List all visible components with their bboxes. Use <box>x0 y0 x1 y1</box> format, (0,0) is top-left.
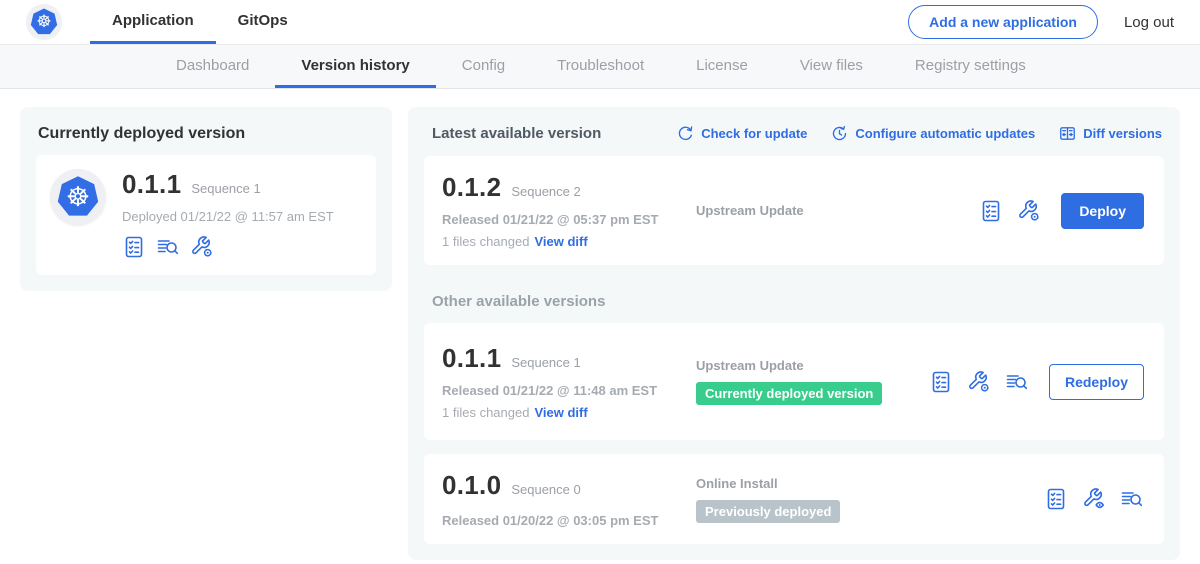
source-label: Online Install <box>696 476 1044 491</box>
sequence-label: Sequence 2 <box>511 184 580 199</box>
available-versions-header: Latest available version Check for updat… <box>424 123 1164 156</box>
files-changed-label: 1 files changed <box>442 405 529 420</box>
version-source: Upstream Update <box>694 203 979 218</box>
config-icon[interactable] <box>967 370 991 394</box>
view-diff-link[interactable]: View diff <box>534 234 587 249</box>
add-application-button[interactable]: Add a new application <box>908 5 1098 39</box>
subnav-item-troubleshoot[interactable]: Troubleshoot <box>531 45 670 88</box>
kubernetes-heptagon-icon: ☸ <box>29 7 59 37</box>
files-changed-label: 1 files changed <box>442 234 529 249</box>
currently-deployed-panel: Currently deployed version ☸ 0.1.1 Seque… <box>20 107 392 291</box>
main-content: Currently deployed version ☸ 0.1.1 Seque… <box>0 89 1200 564</box>
config-icon[interactable] <box>190 235 214 259</box>
files-changed: 1 files changed View diff <box>442 405 694 420</box>
source-label: Upstream Update <box>696 203 979 218</box>
version-card-0-1-2: 0.1.2 Sequence 2 Released 01/21/22 @ 05:… <box>424 156 1164 265</box>
version-actions: Deploy <box>979 193 1144 229</box>
version-info: 0.1.1 Sequence 1 Released 01/21/22 @ 11:… <box>442 343 694 420</box>
files-changed: 1 files changed View diff <box>442 234 694 249</box>
logout-button[interactable]: Log out <box>1124 14 1174 31</box>
subnav-item-dashboard[interactable]: Dashboard <box>150 45 275 88</box>
other-versions-title: Other available versions <box>432 293 1164 310</box>
source-label: Upstream Update <box>696 358 929 373</box>
top-tabs: Application GitOps <box>90 0 310 44</box>
version-number: 0.1.0 <box>442 470 501 501</box>
tab-gitops[interactable]: GitOps <box>216 0 310 44</box>
check-for-update-link[interactable]: Check for update <box>677 125 807 142</box>
kubernetes-logo-icon: ☸ <box>26 4 62 40</box>
version-card-0-1-1: 0.1.1 Sequence 1 Released 01/21/22 @ 11:… <box>424 323 1164 440</box>
version-actions: Redeploy <box>929 364 1144 400</box>
check-for-update-label: Check for update <box>701 126 807 141</box>
diff-versions-label: Diff versions <box>1083 126 1162 141</box>
kubernetes-heptagon-icon: ☸ <box>55 174 101 220</box>
version-info: 0.1.0 Sequence 0 Released 01/20/22 @ 03:… <box>442 470 694 528</box>
deployed-version-details: 0.1.1 Sequence 1 Deployed 01/21/22 @ 11:… <box>122 169 334 259</box>
sequence-label: Sequence 0 <box>511 482 580 497</box>
currently-deployed-badge: Currently deployed version <box>696 382 882 405</box>
currently-deployed-title: Currently deployed version <box>36 123 376 155</box>
configure-automatic-updates-link[interactable]: Configure automatic updates <box>831 125 1035 142</box>
deployed-version-card: ☸ 0.1.1 Sequence 1 Deployed 01/21/22 @ 1… <box>36 155 376 275</box>
released-timestamp: Released 01/20/22 @ 03:05 pm EST <box>442 513 694 528</box>
configure-automatic-updates-label: Configure automatic updates <box>855 126 1035 141</box>
diff-icon <box>1059 125 1076 142</box>
redeploy-button[interactable]: Redeploy <box>1049 364 1144 400</box>
diff-versions-link[interactable]: Diff versions <box>1059 125 1162 142</box>
view-diff-link[interactable]: View diff <box>534 405 587 420</box>
version-source: Upstream Update Currently deployed versi… <box>694 358 929 405</box>
subnav-item-config[interactable]: Config <box>436 45 531 88</box>
version-info: 0.1.2 Sequence 2 Released 01/21/22 @ 05:… <box>442 172 694 249</box>
release-notes-icon[interactable] <box>156 235 180 259</box>
latest-available-title: Latest available version <box>432 125 601 142</box>
tab-application[interactable]: Application <box>90 0 216 44</box>
released-timestamp: Released 01/21/22 @ 11:48 am EST <box>442 383 694 398</box>
release-notes-icon[interactable] <box>1005 370 1029 394</box>
version-number: 0.1.2 <box>442 172 501 203</box>
app-subnav: Dashboard Version history Config Trouble… <box>0 45 1200 89</box>
clock-refresh-icon <box>831 125 848 142</box>
header-actions: Check for update Configure automatic upd… <box>677 125 1162 142</box>
subnav-item-version-history[interactable]: Version history <box>275 45 435 88</box>
deployed-action-icons <box>122 235 334 259</box>
refresh-icon <box>677 125 694 142</box>
version-number: 0.1.1 <box>442 343 501 374</box>
deployed-timestamp: Deployed 01/21/22 @ 11:57 am EST <box>122 209 334 224</box>
version-card-0-1-0: 0.1.0 Sequence 0 Released 01/20/22 @ 03:… <box>424 454 1164 544</box>
checklist-icon[interactable] <box>979 199 1003 223</box>
deploy-button[interactable]: Deploy <box>1061 193 1144 229</box>
subnav-item-license[interactable]: License <box>670 45 774 88</box>
view-config-icon[interactable] <box>1082 487 1106 511</box>
version-source: Online Install Previously deployed <box>694 476 1044 523</box>
subnav-item-registry-settings[interactable]: Registry settings <box>889 45 1052 88</box>
subnav-item-view-files[interactable]: View files <box>774 45 889 88</box>
deployed-sequence-label: Sequence 1 <box>191 181 260 196</box>
available-versions-panel: Latest available version Check for updat… <box>408 107 1180 560</box>
release-notes-icon[interactable] <box>1120 487 1144 511</box>
checklist-icon[interactable] <box>929 370 953 394</box>
previously-deployed-badge: Previously deployed <box>696 500 840 523</box>
version-actions <box>1044 487 1144 511</box>
deployed-version-number: 0.1.1 <box>122 169 181 200</box>
checklist-icon[interactable] <box>122 235 146 259</box>
checklist-icon[interactable] <box>1044 487 1068 511</box>
config-icon[interactable] <box>1017 199 1041 223</box>
top-navbar: ☸ Application GitOps Add a new applicati… <box>0 0 1200 45</box>
app-logo-icon: ☸ <box>50 169 106 225</box>
sequence-label: Sequence 1 <box>511 355 580 370</box>
topbar-right: Add a new application Log out <box>908 0 1180 44</box>
released-timestamp: Released 01/21/22 @ 05:37 pm EST <box>442 212 694 227</box>
